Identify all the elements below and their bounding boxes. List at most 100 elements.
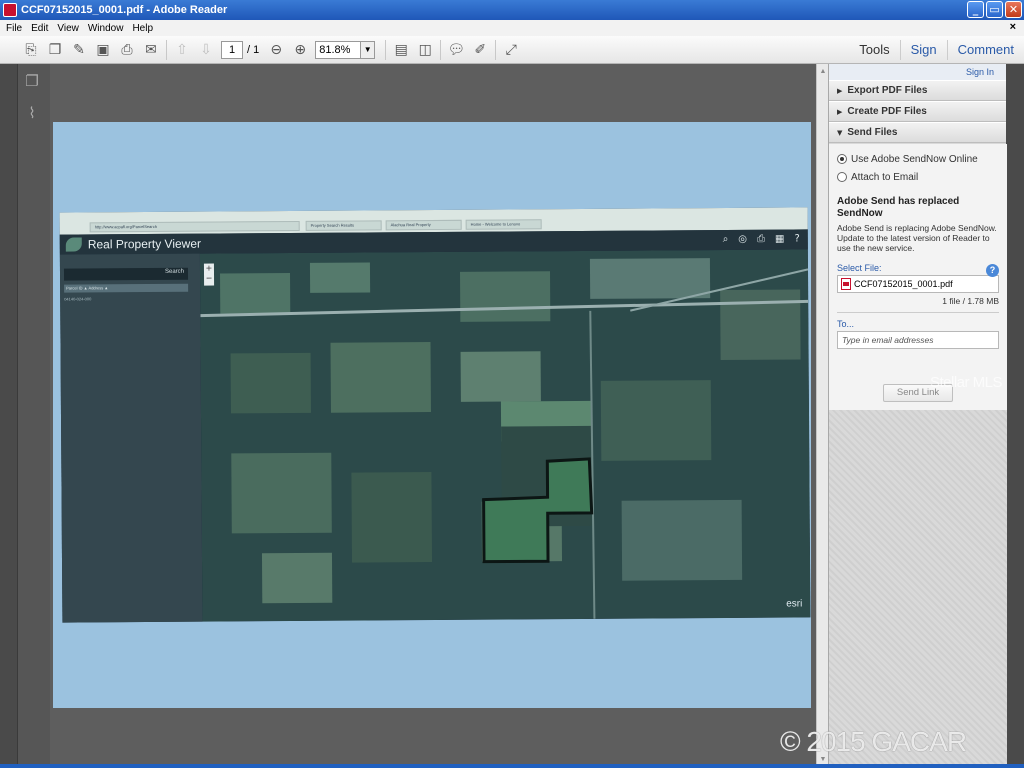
grid-icon: ▦ [774, 233, 785, 245]
triangle-right-icon: ▶ [837, 108, 843, 116]
email-icon[interactable]: ✉ [142, 41, 160, 59]
scan-search-bar: Search [63, 267, 189, 281]
export-pdf-label: Export PDF Files [847, 85, 928, 96]
option-online-label: Use Adobe SendNow Online [851, 153, 978, 165]
comment-link[interactable]: Comment [946, 40, 1024, 60]
fit-page-icon[interactable]: ▤ [392, 41, 410, 59]
toolbar-divider [166, 39, 167, 60]
file-name: CCF07152015_0001.pdf [854, 279, 953, 289]
send-files-label: Send Files [847, 127, 898, 138]
triangle-down-icon: ▼ [837, 129, 843, 137]
create-pdf-icon[interactable]: ⎘ [22, 41, 40, 59]
radio-sendnow-online[interactable]: Use Adobe SendNow Online [837, 150, 999, 168]
attachments-icon[interactable]: ⌇ [22, 104, 42, 124]
zoom-in-icon[interactable]: ⊕ [291, 41, 309, 59]
document-viewport[interactable]: http://www.acpafl.org/ParcelSearch Prope… [50, 64, 816, 768]
zoom-select[interactable]: 81.8% ▼ [315, 40, 376, 59]
toolbar-right-links: Tools Sign Comment [849, 36, 1024, 64]
scan-search-label: Search [164, 268, 185, 275]
tools-pane: Sign In ▶ Export PDF Files ▶ Create PDF Fi… [828, 64, 1007, 768]
radio-attach-email[interactable]: Attach to Email [837, 168, 999, 186]
zoom-value: 81.8% [319, 43, 351, 56]
menu-window[interactable]: Window [88, 23, 124, 34]
print-icon[interactable]: ⎙ [118, 41, 136, 59]
toolbar-divider [440, 39, 442, 60]
scan-side-panel: Search Parcel ID ▲ Address ▲ 04140-024-0… [59, 253, 203, 623]
locate-icon: ◎ [738, 233, 748, 245]
email-input[interactable]: Type in email addresses [837, 331, 999, 349]
menu-help[interactable]: Help [132, 23, 153, 34]
copyright-watermark: © 2015 GACAR [780, 726, 967, 757]
scan-column-headers: Parcel ID ▲ Address ▲ [64, 283, 189, 293]
sign-in-link[interactable]: Sign In [829, 64, 1006, 80]
previous-page-icon[interactable]: ⇧ [173, 41, 191, 59]
replaced-title: Adobe Send has replaced SendNow [837, 196, 960, 219]
scan-tab: Alachua Real Property [385, 219, 462, 231]
send-files-section[interactable]: ▼ Send Files [829, 122, 1006, 143]
menu-bar: File Edit View Window Help × [0, 20, 1024, 36]
vertical-scrollbar[interactable]: ▲ ▼ [816, 64, 828, 768]
file-meta: 1 file / 1.78 MB [942, 296, 999, 306]
select-file-label: Select File: [837, 263, 882, 273]
restore-button[interactable]: ▭ [986, 1, 1003, 18]
export-pdf-section[interactable]: ▶ Export PDF Files [829, 80, 1006, 101]
edit-icon[interactable]: ✎ [70, 41, 88, 59]
scan-address-bar: http://www.acpafl.org/ParcelSearch [89, 220, 300, 233]
search-icon: ⌕ [722, 233, 729, 245]
help-icon[interactable]: ? [986, 264, 999, 277]
radio-checked-icon[interactable] [837, 154, 847, 164]
adobe-reader-icon [3, 3, 17, 17]
scan-zoom-in: + [205, 263, 213, 273]
page-thumbnails-icon[interactable]: ❐ [22, 72, 42, 92]
help-icon: ? [794, 233, 800, 245]
scan-tab: Home - Welcome to Lenovo [465, 219, 542, 230]
next-page-icon[interactable]: ⇩ [197, 41, 215, 59]
scan-tab: Property Search Results [305, 220, 382, 231]
taskbar-edge [0, 764, 1024, 768]
sign-link[interactable]: Sign [899, 40, 947, 60]
create-pdf-section[interactable]: ▶ Create PDF Files [829, 101, 1006, 122]
highlight-icon[interactable]: ✐ [471, 41, 489, 59]
tools-pane-empty-area [829, 410, 1007, 768]
nav-column [17, 64, 50, 768]
zoom-out-icon[interactable]: ⊖ [267, 41, 285, 59]
option-email-label: Attach to Email [851, 171, 919, 183]
triangle-right-icon: ▶ [837, 87, 843, 95]
pdf-page: http://www.acpafl.org/ParcelSearch Prope… [53, 122, 811, 708]
create-pdf-label: Create PDF Files [847, 106, 927, 117]
menu-file[interactable]: File [6, 23, 22, 34]
open-icon[interactable]: ❐ [46, 41, 64, 59]
comment-icon[interactable]: 💬︎ [447, 41, 465, 59]
expand-icon[interactable]: ⤢ [502, 41, 520, 59]
close-button[interactable]: ✕ [1005, 1, 1022, 18]
chevron-down-icon[interactable]: ▼ [360, 41, 375, 58]
pdf-file-icon [841, 278, 851, 290]
scan-header-icons: ⌕ ◎ ⎙ ▦ ? [723, 233, 800, 245]
scan-result-row: 04140-024-000 [64, 296, 92, 302]
send-files-body: Use Adobe SendNow Online Attach to Email… [829, 144, 1007, 410]
toolbar-divider [385, 39, 387, 60]
selected-file-box[interactable]: CCF07152015_0001.pdf [837, 275, 999, 293]
scroll-up-icon[interactable]: ▲ [818, 66, 828, 78]
scan-zoom-control: + − [203, 263, 215, 286]
save-icon[interactable]: ▣ [94, 41, 112, 59]
page-total: / 1 [247, 43, 260, 56]
aerial-map [199, 249, 811, 622]
page-number-input[interactable]: 1 [221, 40, 243, 59]
fit-width-icon[interactable]: ◫ [416, 41, 434, 59]
scanned-browser-image: http://www.acpafl.org/ParcelSearch Prope… [59, 207, 811, 623]
minimize-button[interactable]: _ [967, 1, 984, 18]
to-label: To... [837, 312, 999, 329]
window-controls: _ ▭ ✕ [967, 1, 1022, 18]
scan-zoom-out: − [205, 273, 213, 283]
aerial-map-graphic [199, 249, 811, 622]
menu-view[interactable]: View [57, 23, 79, 34]
document-close-button[interactable]: × [1010, 21, 1016, 33]
window-title: CCF07152015_0001.pdf - Adobe Reader [21, 4, 228, 16]
menu-edit[interactable]: Edit [31, 23, 48, 34]
left-nav-pane: ❐ ⌇ [0, 64, 50, 768]
print-icon: ⎙ [756, 233, 766, 245]
tools-link[interactable]: Tools [849, 40, 899, 60]
leaf-logo-icon [65, 237, 82, 252]
radio-unchecked-icon[interactable] [837, 172, 847, 182]
